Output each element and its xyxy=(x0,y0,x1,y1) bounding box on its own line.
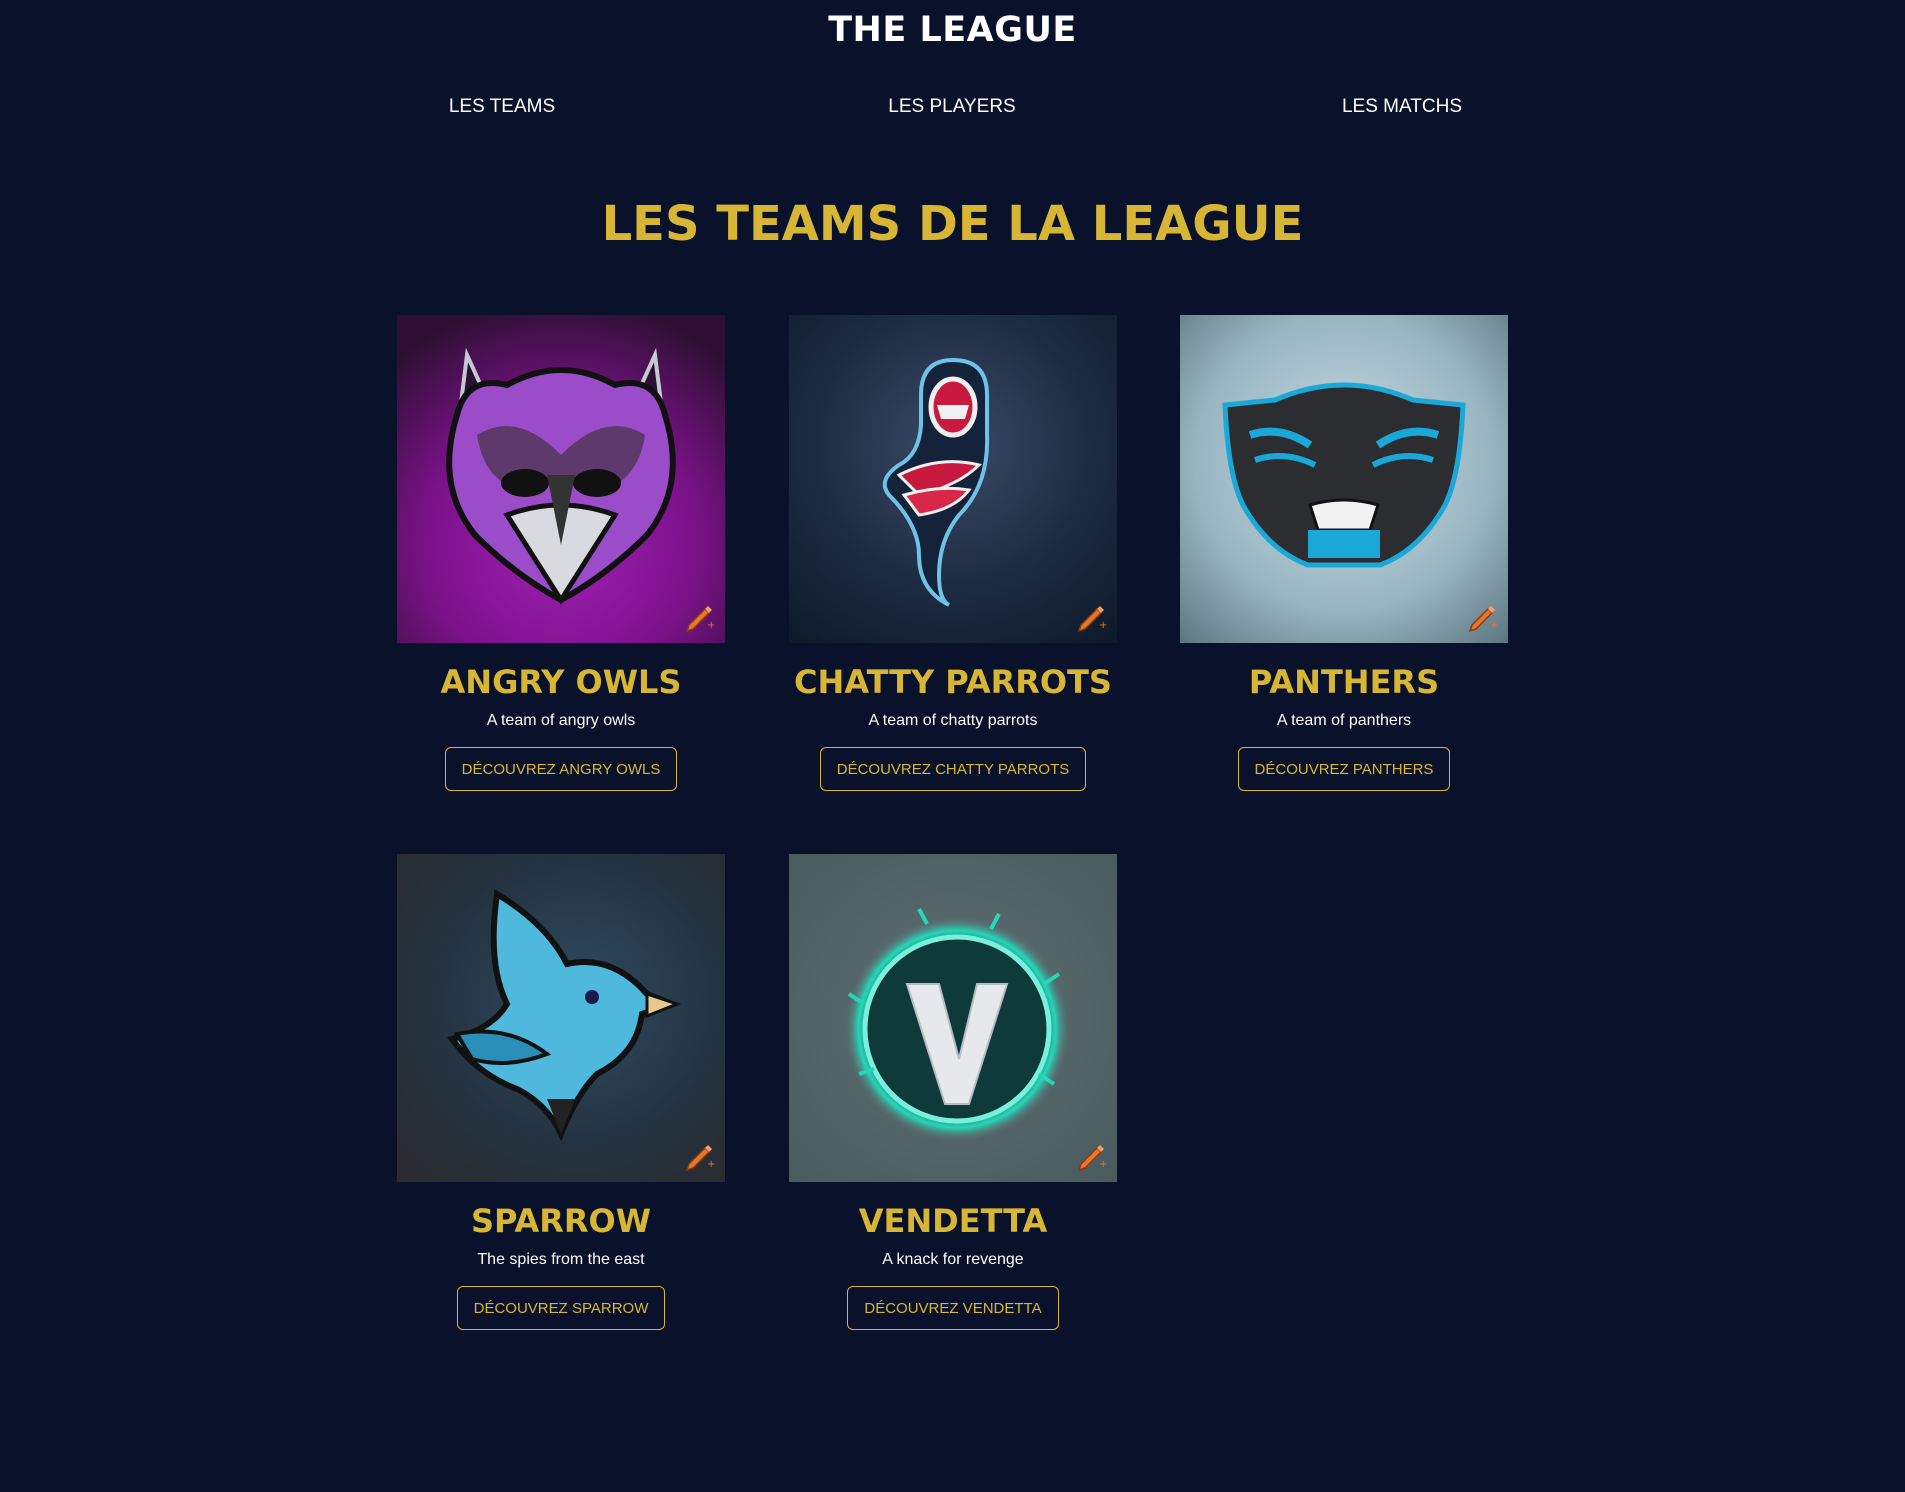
team-name: SPARROW xyxy=(470,1202,652,1240)
svg-text:+: + xyxy=(1490,620,1498,631)
svg-text:+: + xyxy=(707,620,715,631)
main-nav: LES TEAMS LES PLAYERS LES MATCHS xyxy=(0,96,1905,122)
team-logo[interactable]: + xyxy=(397,854,725,1182)
team-card-panthers: + PANTHERS A team of panthers DÉCOUVREZ … xyxy=(1180,315,1508,791)
team-name: VENDETTA xyxy=(858,1202,1048,1240)
pencil-edit-icon[interactable]: + xyxy=(1075,1140,1107,1172)
svg-text:+: + xyxy=(1099,1159,1107,1170)
team-description: A team of panthers xyxy=(1276,712,1412,729)
discover-team-button[interactable]: DÉCOUVREZ SPARROW xyxy=(456,1286,666,1330)
nav-link-teams[interactable]: LES TEAMS xyxy=(352,96,652,118)
team-name: ANGRY OWLS xyxy=(440,663,682,701)
sparrow-logo-icon xyxy=(397,854,725,1182)
team-name: PANTHERS xyxy=(1248,663,1440,701)
pencil-edit-icon[interactable]: + xyxy=(1075,601,1107,633)
team-name: CHATTY PARROTS xyxy=(794,663,1112,701)
pencil-edit-icon[interactable]: + xyxy=(683,601,715,633)
team-card-chatty-parrots: + CHATTY PARROTS A team of chatty parrot… xyxy=(789,315,1117,791)
discover-team-button[interactable]: DÉCOUVREZ VENDETTA xyxy=(847,1286,1059,1330)
section-title: LES TEAMS DE LA LEAGUE xyxy=(601,196,1304,252)
nav-link-players[interactable]: LES PLAYERS xyxy=(802,96,1102,118)
team-description: A team of chatty parrots xyxy=(868,712,1038,729)
team-description: A team of angry owls xyxy=(486,712,636,729)
pencil-edit-icon[interactable]: + xyxy=(683,1140,715,1172)
team-card-sparrow: + SPARROW The spies from the east DÉCOUV… xyxy=(397,854,725,1330)
parrot-logo-icon xyxy=(789,315,1117,643)
discover-team-button[interactable]: DÉCOUVREZ CHATTY PARROTS xyxy=(819,747,1087,791)
site-title: THE LEAGUE xyxy=(828,10,1077,50)
owl-logo-icon xyxy=(397,315,725,643)
team-description: The spies from the east xyxy=(477,1251,645,1268)
team-logo[interactable]: + xyxy=(397,315,725,643)
team-card-angry-owls: + ANGRY OWLS A team of angry owls DÉCOUV… xyxy=(397,315,725,791)
team-logo[interactable]: + xyxy=(789,854,1117,1182)
discover-team-button[interactable]: DÉCOUVREZ PANTHERS xyxy=(1237,747,1451,791)
panther-logo-icon xyxy=(1180,315,1508,643)
team-logo[interactable]: + xyxy=(789,315,1117,643)
pencil-edit-icon[interactable]: + xyxy=(1466,601,1498,633)
team-description: A knack for revenge xyxy=(882,1251,1024,1268)
team-logo[interactable]: + xyxy=(1180,315,1508,643)
svg-text:+: + xyxy=(1099,620,1107,631)
svg-text:+: + xyxy=(707,1159,715,1170)
team-card-vendetta: + VENDETTA A knack for revenge DÉCOUVREZ… xyxy=(789,854,1117,1330)
discover-team-button[interactable]: DÉCOUVREZ ANGRY OWLS xyxy=(444,747,678,791)
vendetta-v-logo-icon xyxy=(789,854,1117,1182)
nav-link-matchs[interactable]: LES MATCHS xyxy=(1252,96,1552,118)
